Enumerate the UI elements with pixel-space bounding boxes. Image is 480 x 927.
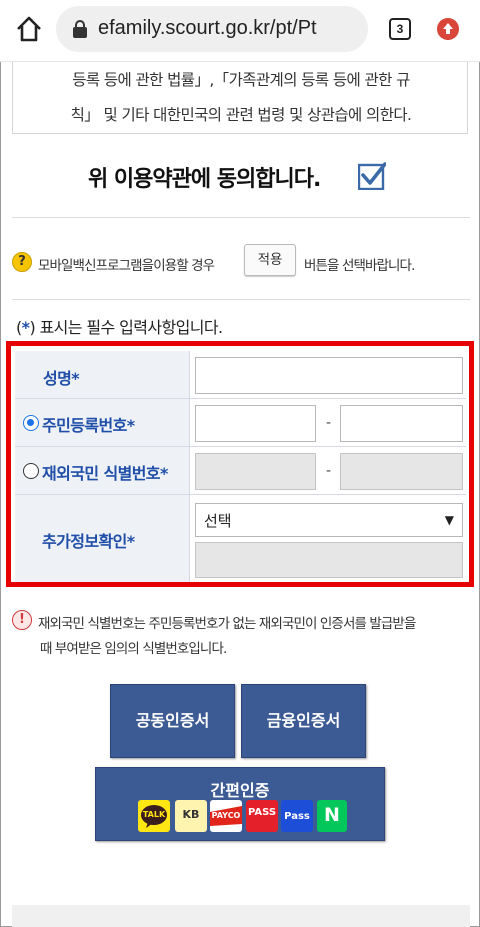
rrn-front-input[interactable]	[195, 405, 316, 442]
question-icon: ?	[12, 252, 32, 272]
warning-icon: !	[12, 610, 32, 630]
name-label-cell: 성명*	[15, 351, 189, 399]
terms-agree-checkbox[interactable]	[358, 162, 386, 190]
tab-switcher-button[interactable]: 3	[389, 18, 411, 40]
mobile-vaccine-notice: ? 모바일백신프로그램을이용할 경우 적용 버튼을 선택바랍니다.	[12, 244, 472, 280]
financial-certificate-button[interactable]: 금융인증서	[241, 684, 366, 758]
foreign-id-radio[interactable]	[23, 463, 39, 479]
update-arrow-icon[interactable]	[437, 18, 459, 40]
rrn-dash: -	[326, 415, 332, 431]
home-icon[interactable]	[14, 14, 44, 44]
rrn-label-cell: 주민등록번호*	[15, 399, 189, 447]
name-input[interactable]	[195, 357, 463, 394]
terms-line-2: 칙」 및 기타 대한민국의 관련 법령 및 상관습에 의한다.	[70, 106, 412, 124]
kakao-talk-icon: TALK	[138, 800, 170, 832]
extra-info-select-value: 선택	[204, 512, 232, 530]
extra-info-label: 추가정보확인*	[42, 532, 135, 551]
samsung-pass-icon: Pass	[281, 800, 313, 832]
chevron-down-icon: ▼	[444, 513, 454, 527]
pass-red-icon: PASS	[246, 800, 278, 832]
terms-agree-row: 위 이용약관에 동의합니다.	[0, 156, 480, 200]
apply-button[interactable]: 적용	[244, 244, 296, 276]
required-fields-note: (*) 표시는 필수 입력사항입니다.	[16, 318, 223, 337]
simple-auth-label: 간편인증	[210, 781, 270, 800]
terms-line-1: 등록 등에 관한 법률」,「가족관계의 등록 등에 관한 규	[72, 71, 410, 89]
rrn-label: 주민등록번호*	[42, 416, 135, 435]
mobile-notice-text-before: 모바일백신프로그램을이용할 경우	[38, 258, 215, 274]
terms-agree-label: 위 이용약관에 동의합니다.	[88, 167, 321, 192]
address-bar[interactable]: efamily.scourt.go.kr/pt/Pt	[56, 6, 368, 52]
extra-info-select[interactable]: 선택 ▼	[195, 503, 463, 537]
simple-auth-button[interactable]: 간편인증 TALK KB PAYCO PASS Pass N	[95, 767, 385, 841]
lock-icon	[73, 20, 87, 38]
public-certificate-button[interactable]: 공동인증서	[110, 684, 235, 758]
mobile-notice-text-after: 버튼을 선택바랍니다.	[304, 258, 415, 274]
payco-icon: PAYCO	[210, 800, 242, 832]
divider	[12, 217, 470, 218]
footer-band	[12, 905, 470, 927]
extra-info-label-cell: 추가정보확인*	[15, 495, 189, 582]
foreign-id-back-input[interactable]	[340, 453, 463, 490]
foreign-id-label: 재외국민 식별번호*	[42, 464, 168, 483]
naver-icon: N	[317, 800, 347, 832]
url-text: efamily.scourt.go.kr/pt/Pt	[98, 17, 317, 39]
foreign-id-front-input[interactable]	[195, 453, 316, 490]
browser-toolbar: efamily.scourt.go.kr/pt/Pt 3	[0, 0, 480, 62]
foreign-id-note-line-2: 때 부여받은 임의의 식별번호입니다.	[40, 641, 227, 657]
extra-info-input[interactable]	[195, 542, 463, 578]
foreign-id-label-cell: 재외국민 식별번호*	[15, 447, 189, 495]
rrn-back-input[interactable]	[340, 405, 463, 442]
foreign-id-dash: -	[326, 463, 332, 479]
terms-text-box[interactable]: 등록 등에 관한 법률」,「가족관계의 등록 등에 관한 규 칙」 및 기타 대…	[12, 62, 468, 134]
name-label: 성명*	[43, 369, 80, 388]
kb-bank-icon: KB	[175, 800, 207, 832]
foreign-id-note-line-1: 재외국민 식별번호는 주민등록번호가 없는 재외국민이 인증서를 발급받을	[38, 616, 416, 632]
divider	[12, 299, 470, 300]
rrn-radio[interactable]	[23, 415, 39, 431]
